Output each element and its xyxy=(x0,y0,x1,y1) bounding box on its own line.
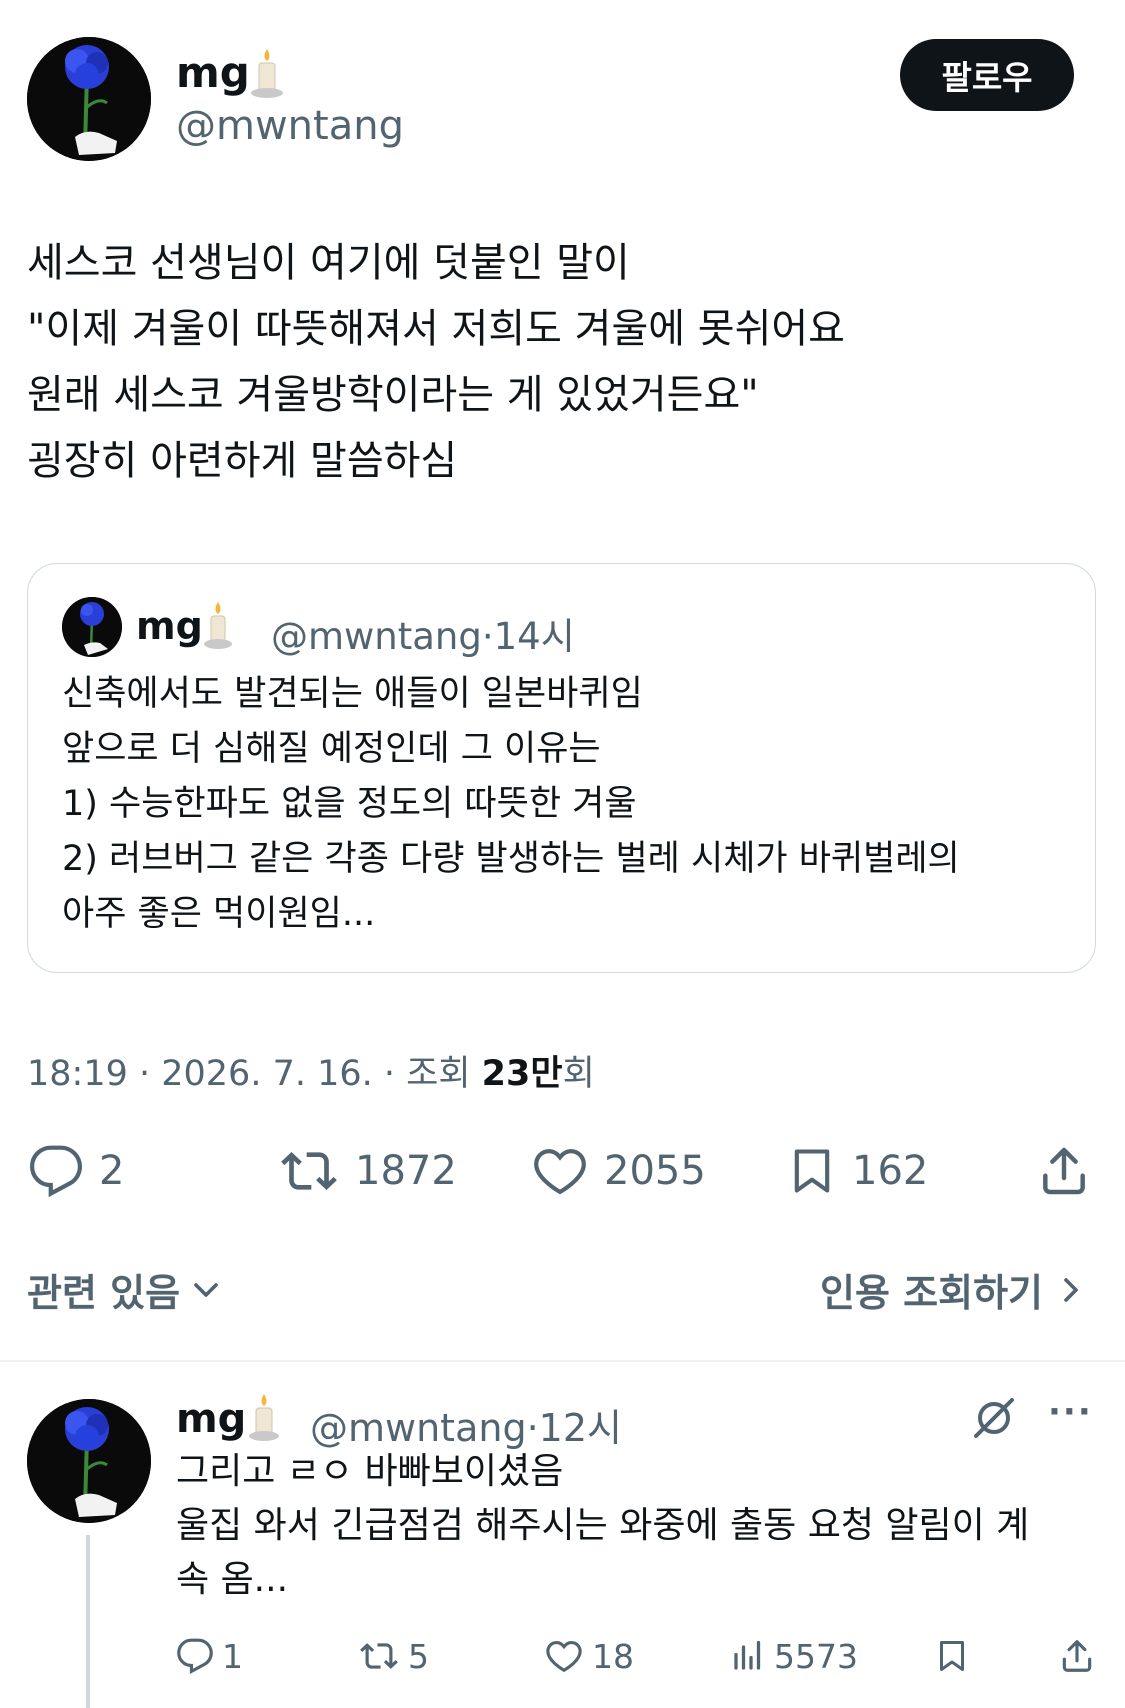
related-label: 관련 있음 xyxy=(27,1271,181,1315)
reply-like-count: 18 xyxy=(592,1636,634,1676)
heart-icon xyxy=(546,1640,582,1673)
reply-button[interactable]: 2 xyxy=(27,1141,124,1201)
reply-dot: · xyxy=(526,1406,539,1450)
like-count: 2055 xyxy=(604,1148,706,1194)
reply-reply-count: 1 xyxy=(222,1636,243,1676)
reply-icon xyxy=(29,1145,83,1198)
bookmark-icon xyxy=(794,1149,830,1193)
view-count-suffix: 회 xyxy=(562,1054,595,1094)
retweet-button[interactable]: 1872 xyxy=(277,1141,457,1201)
quoted-avatar xyxy=(62,597,122,657)
share-icon xyxy=(1043,1147,1085,1195)
quoted-line: 아주 좋은 먹이원임... xyxy=(62,894,376,934)
share-button[interactable] xyxy=(1036,1141,1092,1201)
quoted-line: 앞으로 더 심해질 예정인데 그 이유는 xyxy=(62,729,601,769)
share-icon xyxy=(1062,1640,1092,1672)
tweet-body-line: 원래 세스코 겨울방학이라는 게 있었거든요" xyxy=(27,372,759,418)
quoted-dot: · xyxy=(481,615,494,658)
retweet-icon xyxy=(360,1643,398,1669)
quoted-tweet-card[interactable]: mg @mwntang·14시 신축에서도 발견되는 애들이 일본바퀴임 앞으로… xyxy=(27,563,1096,973)
reply-line: 속 옴... xyxy=(176,1559,289,1600)
quoted-meta: @mwntang·14시 xyxy=(271,606,575,660)
author-name[interactable]: mg xyxy=(176,48,250,97)
author-avatar[interactable] xyxy=(27,37,151,161)
reply-body: 그리고 ㄹㅇ 바빠보이셨음 울집 와서 긴급점검 해주시는 와중에 출동 요청 … xyxy=(176,1445,1029,1607)
section-divider xyxy=(0,1360,1125,1362)
quoted-line: 2) 러브버그 같은 각종 다량 발생하는 벌레 시체가 바퀴벌레의 xyxy=(62,839,960,879)
reply-line: 울집 와서 긴급점검 해주시는 와중에 출동 요청 알림이 계 xyxy=(176,1505,1030,1546)
reply-meta: @mwntang·12시 xyxy=(310,1397,622,1452)
bookmark-icon xyxy=(940,1641,964,1671)
quoted-line: 1) 수능한파도 없을 정도의 따뜻한 겨울 xyxy=(62,784,637,824)
reply-like-button[interactable]: 18 xyxy=(544,1636,634,1676)
retweet-icon xyxy=(281,1152,337,1190)
reply-time[interactable]: 12시 xyxy=(539,1406,622,1450)
tweet-body-line: "이제 겨울이 따뜻해져서 저희도 겨울에 못쉬어요 xyxy=(27,306,845,352)
grok-icon[interactable] xyxy=(970,1394,1018,1442)
quote-view-label: 인용 조회하기 xyxy=(820,1271,1043,1315)
tweet-body: 세스코 선생님이 여기에 덧붙인 말이 "이제 겨울이 따뜻해져서 저희도 겨울… xyxy=(27,230,845,494)
reply-views-count: 5573 xyxy=(774,1636,858,1676)
quoted-time: 14시 xyxy=(493,615,575,658)
reply-count: 2 xyxy=(99,1148,125,1194)
reply-avatar[interactable] xyxy=(27,1399,151,1523)
quoted-line: 신축에서도 발견되는 애들이 일본바퀴임 xyxy=(62,674,643,714)
reply-share-button[interactable] xyxy=(1058,1636,1096,1676)
related-toggle[interactable]: 관련 있음 xyxy=(27,1262,226,1317)
heart-icon xyxy=(534,1149,586,1195)
tweet-datetime[interactable]: 18:19 · 2026. 7. 16. · 조회 xyxy=(27,1054,482,1094)
reply-views-button[interactable]: 5573 xyxy=(730,1636,858,1676)
tweet-body-line: 세스코 선생님이 여기에 덧붙인 말이 xyxy=(27,240,630,286)
like-button[interactable]: 2055 xyxy=(530,1141,706,1201)
reply-retweet-button[interactable]: 5 xyxy=(358,1636,429,1676)
chevron-down-icon xyxy=(194,1282,218,1297)
reply-reply-button[interactable]: 1 xyxy=(176,1636,243,1676)
candle-icon xyxy=(201,600,235,650)
bookmark-button[interactable]: 162 xyxy=(786,1141,928,1201)
reply-author-handle[interactable]: @mwntang xyxy=(310,1406,527,1450)
quoted-author-name: mg xyxy=(136,604,203,648)
views-icon xyxy=(734,1640,761,1670)
author-handle[interactable]: @mwntang xyxy=(176,103,404,149)
candle-icon xyxy=(248,47,286,99)
tweet-meta: 18:19 · 2026. 7. 16. · 조회 23만회 xyxy=(27,1045,595,1096)
candle-icon xyxy=(246,1392,282,1442)
thread-line xyxy=(86,1535,90,1708)
retweet-count: 1872 xyxy=(355,1148,457,1194)
follow-button[interactable]: 팔로우 xyxy=(900,39,1074,111)
reply-retweet-count: 5 xyxy=(408,1636,429,1676)
bookmark-count: 162 xyxy=(852,1148,929,1194)
tweet-body-line: 굉장히 아련하게 말씀하심 xyxy=(27,438,458,484)
reply-bookmark-button[interactable] xyxy=(934,1636,970,1676)
quoted-author-handle: @mwntang xyxy=(271,615,482,658)
quote-view-link[interactable]: 인용 조회하기 xyxy=(820,1262,1091,1317)
view-count: 23만 xyxy=(481,1054,563,1094)
chevron-right-icon xyxy=(1064,1277,1078,1302)
more-icon[interactable]: ··· xyxy=(1048,1392,1093,1432)
reply-icon xyxy=(177,1638,213,1675)
reply-line: 그리고 ㄹㅇ 바빠보이셨음 xyxy=(176,1451,564,1492)
quoted-body: 신축에서도 발견되는 애들이 일본바퀴임 앞으로 더 심해질 예정인데 그 이유… xyxy=(62,667,960,942)
reply-author-name[interactable]: mg xyxy=(176,1396,246,1442)
